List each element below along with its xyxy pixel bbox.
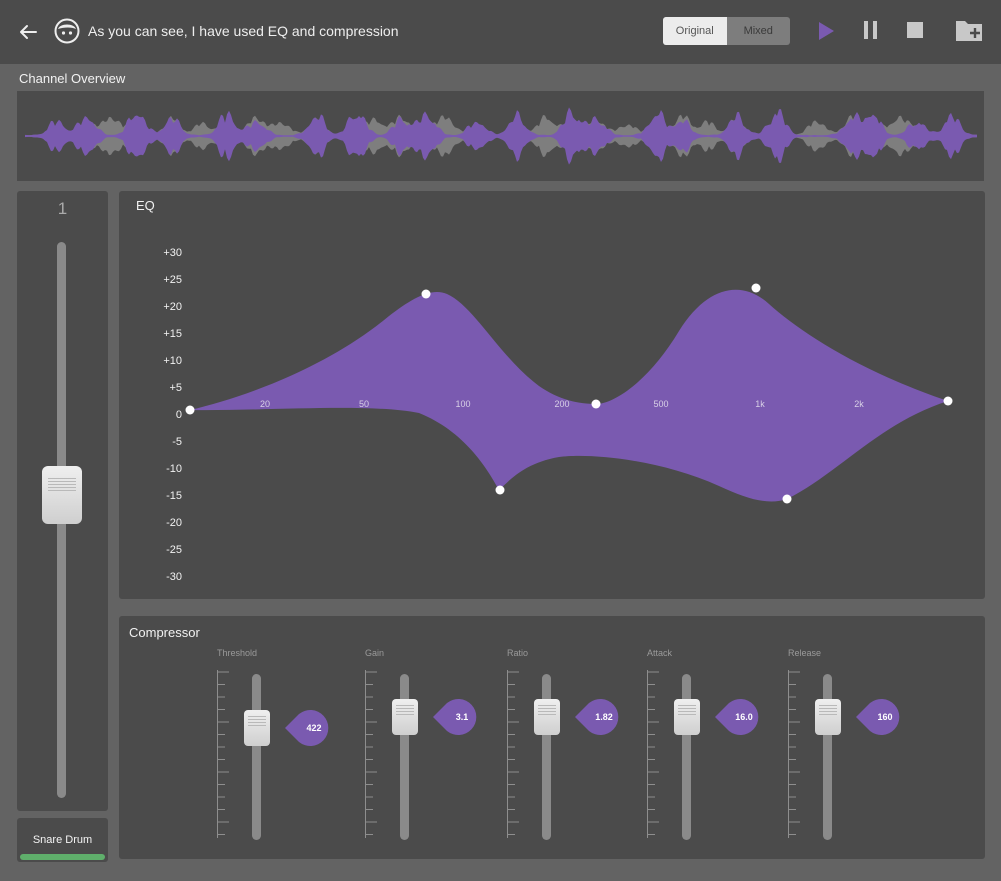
compressor-value-badge: 1.82 [575, 699, 621, 735]
compressor-slider-knob[interactable] [815, 699, 841, 735]
stop-icon[interactable] [906, 21, 924, 39]
compressor-label: Release [788, 648, 822, 658]
compressor-value: 1.82 [595, 712, 613, 722]
compressor-slider-knob[interactable] [534, 699, 560, 735]
back-arrow-icon[interactable] [18, 22, 38, 42]
eq-freq-label: 1k [755, 399, 765, 409]
compressor-value-badge: 16.0 [715, 699, 761, 735]
compressor-slider-knob[interactable] [244, 710, 270, 746]
eq-graph[interactable]: +30 +25 +20 +15 +10 +5 0 -5 -10 -15 -20 -25 -30 20 50… [119, 191, 985, 599]
channel-status-bar [20, 854, 105, 860]
compressor-value: 160 [877, 712, 893, 722]
slider-scale [365, 670, 377, 838]
compressor-value-badge: 160 [856, 699, 902, 735]
eq-point[interactable] [421, 289, 431, 299]
eq-db-label: -15 [166, 490, 182, 502]
channel-overview-waveform[interactable] [17, 91, 984, 181]
compressor-value: 16.0 [735, 712, 753, 722]
channel-fader-knob[interactable] [42, 466, 82, 524]
eq-curve-area [190, 289, 948, 502]
eq-db-label: 0 [176, 409, 182, 421]
compressor-title: Compressor [129, 625, 200, 640]
eq-point[interactable] [782, 494, 792, 504]
slider-scale [647, 670, 659, 838]
channel-overview-label: Channel Overview [19, 71, 126, 86]
eq-point[interactable] [495, 485, 505, 495]
eq-freq-label: 50 [359, 399, 369, 409]
eq-freq-label: 200 [554, 399, 569, 409]
pause-icon[interactable] [862, 20, 880, 40]
add-folder-icon[interactable] [955, 18, 983, 42]
eq-db-label: -30 [166, 571, 182, 583]
eq-db-label: +5 [169, 382, 182, 394]
avatar-icon [54, 18, 80, 44]
slider-scale [788, 670, 800, 838]
compressor-value-badge: 422 [285, 710, 331, 746]
compressor-slider-knob[interactable] [392, 699, 418, 735]
eq-point[interactable] [591, 399, 601, 409]
eq-freq-label: 2k [854, 399, 864, 409]
channel-number: 1 [57, 199, 68, 218]
eq-db-label: -5 [172, 436, 182, 448]
eq-db-label: +10 [163, 355, 182, 367]
compressor-label: Threshold [217, 648, 258, 658]
compressor-slider-knob[interactable] [674, 699, 700, 735]
eq-db-label: -25 [166, 544, 182, 556]
page-title: As you can see, I have used EQ and compr… [88, 23, 399, 39]
original-mixed-toggle: Original Mixed [663, 17, 790, 45]
eq-point[interactable] [751, 283, 761, 293]
compressor-value: 422 [306, 723, 322, 733]
eq-freq-label: 20 [260, 399, 270, 409]
eq-db-label: +15 [163, 328, 182, 340]
compressor-label: Attack [647, 648, 673, 658]
compressor-value: 3.1 [455, 712, 469, 722]
waveform-display [25, 107, 977, 165]
top-bar: As you can see, I have used EQ and compr… [0, 0, 1001, 64]
compressor-slider-track[interactable] [252, 674, 261, 840]
compressor-value-badge: 3.1 [433, 699, 479, 735]
compressor-label: Gain [365, 648, 385, 658]
mixed-toggle-option[interactable]: Mixed [727, 17, 791, 45]
original-toggle-option[interactable]: Original [663, 17, 727, 45]
eq-point[interactable] [185, 405, 195, 415]
eq-db-label: -10 [166, 463, 182, 475]
channel-name-box[interactable]: Snare Drum [17, 818, 108, 862]
eq-db-label: +30 [163, 247, 182, 259]
play-icon[interactable] [816, 20, 836, 42]
eq-db-label: +20 [163, 301, 182, 313]
compressor-label: Ratio [507, 648, 529, 658]
channel-name: Snare Drum [32, 834, 93, 846]
eq-freq-label: 500 [653, 399, 668, 409]
eq-point[interactable] [943, 396, 953, 406]
slider-scale [217, 670, 229, 838]
slider-scale [507, 670, 519, 838]
eq-db-label: -20 [166, 517, 182, 529]
eq-freq-label: 100 [455, 399, 470, 409]
eq-db-label: +25 [163, 274, 182, 286]
